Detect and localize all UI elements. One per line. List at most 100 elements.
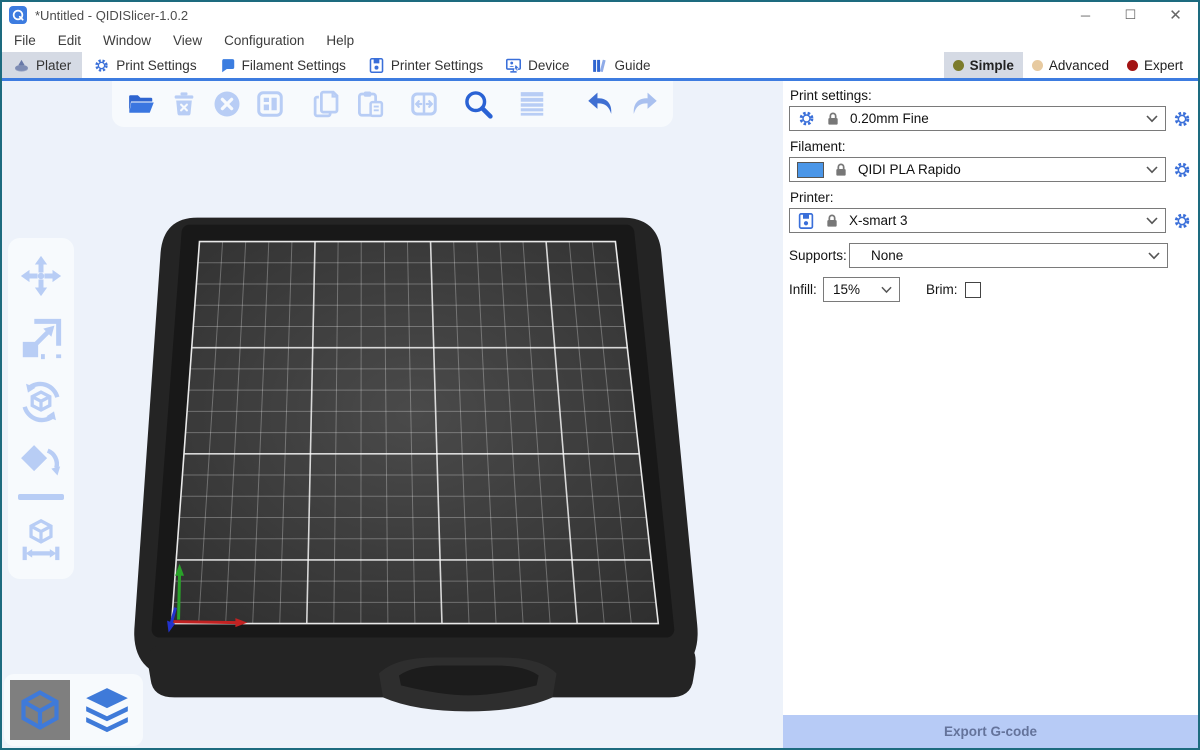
search-icon (462, 88, 494, 120)
menu-file[interactable]: File (3, 33, 47, 48)
menu-configuration[interactable]: Configuration (213, 33, 315, 48)
view-toggles (4, 674, 143, 746)
gear-icon (797, 109, 816, 128)
split-objects-icon (409, 89, 439, 119)
printer-value: X-smart 3 (849, 213, 908, 228)
mode-label: Simple (970, 58, 1014, 73)
measure-button[interactable] (17, 515, 65, 563)
split-objects-button[interactable] (407, 87, 441, 121)
tab-label: Print Settings (116, 58, 196, 73)
move-icon (18, 253, 64, 299)
delete-button[interactable] (167, 87, 201, 121)
minimize-icon[interactable]: ─ (1063, 2, 1108, 28)
chevron-down-icon (1148, 252, 1160, 260)
print-settings-label: Print settings: (790, 88, 1192, 103)
advanced-dot-icon (1032, 60, 1043, 71)
filament-combo[interactable]: QIDI PLA Rapido (789, 157, 1166, 182)
place-on-face-icon (18, 442, 64, 488)
chevron-down-icon (1146, 217, 1158, 225)
delete-all-button[interactable] (210, 87, 244, 121)
tab-plater[interactable]: Plater (2, 52, 82, 78)
search-button[interactable] (461, 87, 495, 121)
move-button[interactable] (17, 252, 65, 300)
left-toolbar (8, 238, 74, 579)
print-settings-combo[interactable]: 0.20mm Fine (789, 106, 1166, 131)
paste-icon (355, 89, 385, 119)
filament-gear-button[interactable] (1172, 160, 1192, 180)
tabbar: Plater Print Settings Filament Settings … (2, 52, 1198, 78)
scale-icon (18, 316, 64, 362)
filament-label: Filament: (790, 139, 1192, 154)
printer-combo[interactable]: X-smart 3 (789, 208, 1166, 233)
rotate-button[interactable] (17, 378, 65, 426)
place-on-face-baseline (18, 494, 64, 500)
chevron-down-icon (881, 286, 892, 294)
mode-simple[interactable]: Simple (944, 52, 1023, 78)
menu-view[interactable]: View (162, 33, 213, 48)
print-bed (2, 81, 783, 746)
tab-label: Device (528, 58, 569, 73)
supports-label: Supports: (789, 248, 849, 263)
menu-window[interactable]: Window (92, 33, 162, 48)
brim-checkbox[interactable] (965, 282, 981, 298)
paste-button[interactable] (353, 87, 387, 121)
menu-edit[interactable]: Edit (47, 33, 92, 48)
undo-icon (584, 87, 618, 121)
viewport-3d[interactable] (2, 81, 783, 748)
lock-icon (833, 162, 849, 178)
mode-selector: Simple Advanced Expert (944, 52, 1192, 78)
filament-value: QIDI PLA Rapido (858, 162, 961, 177)
variable-layer-height-button[interactable] (515, 87, 549, 121)
top-toolbar (112, 81, 673, 127)
infill-combo[interactable]: 15% (823, 277, 900, 302)
device-icon (505, 57, 522, 74)
expert-dot-icon (1127, 60, 1138, 71)
lock-icon (824, 213, 840, 229)
open-button[interactable] (124, 87, 158, 121)
printer-icon (368, 57, 385, 74)
filament-icon (219, 57, 236, 74)
print-settings-gear-button[interactable] (1172, 109, 1192, 129)
menubar: File Edit Window View Configuration Help (2, 28, 1198, 52)
layers-preview-button[interactable] (77, 680, 137, 740)
menu-help[interactable]: Help (315, 33, 365, 48)
supports-combo[interactable]: None (849, 243, 1168, 268)
arrange-button[interactable] (253, 87, 287, 121)
close-icon[interactable]: ✕ (1153, 2, 1198, 28)
undo-button[interactable] (584, 87, 618, 121)
tab-guide[interactable]: Guide (580, 52, 661, 78)
printer-label: Printer: (790, 190, 1192, 205)
scale-button[interactable] (17, 315, 65, 363)
redo-button[interactable] (627, 87, 661, 121)
place-on-face-button[interactable] (17, 441, 65, 489)
layer-height-icon (517, 89, 547, 119)
tab-device[interactable]: Device (494, 52, 580, 78)
tab-printer-settings[interactable]: Printer Settings (357, 52, 494, 78)
maximize-icon[interactable]: ☐ (1108, 2, 1153, 28)
tab-filament-settings[interactable]: Filament Settings (208, 52, 357, 78)
tab-print-settings[interactable]: Print Settings (82, 52, 207, 78)
lock-icon (825, 111, 841, 127)
copy-icon (312, 89, 342, 119)
printer-gear-button[interactable] (1172, 211, 1192, 231)
copy-button[interactable] (310, 87, 344, 121)
infill-label: Infill: (789, 282, 823, 297)
mode-label: Advanced (1049, 58, 1109, 73)
titlebar: *Untitled - QIDISlicer-1.0.2 ─ ☐ ✕ (2, 2, 1198, 28)
3d-editor-view-button[interactable] (10, 680, 70, 740)
mode-advanced[interactable]: Advanced (1023, 52, 1118, 78)
supports-value: None (871, 248, 903, 263)
export-gcode-button[interactable]: Export G-code (783, 715, 1198, 748)
layers-preview-icon (82, 685, 132, 735)
app-logo-icon (9, 6, 27, 24)
tab-label: Plater (36, 58, 71, 73)
open-folder-icon (126, 89, 156, 119)
mode-expert[interactable]: Expert (1118, 52, 1192, 78)
sidebar: Print settings: 0.20mm Fine (783, 81, 1198, 748)
chevron-down-icon (1146, 115, 1158, 123)
app-window: *Untitled - QIDISlicer-1.0.2 ─ ☐ ✕ File … (0, 0, 1200, 750)
tab-label: Filament Settings (242, 58, 346, 73)
gear-icon (93, 57, 110, 74)
rotate-icon (18, 379, 64, 425)
redo-icon (627, 87, 661, 121)
